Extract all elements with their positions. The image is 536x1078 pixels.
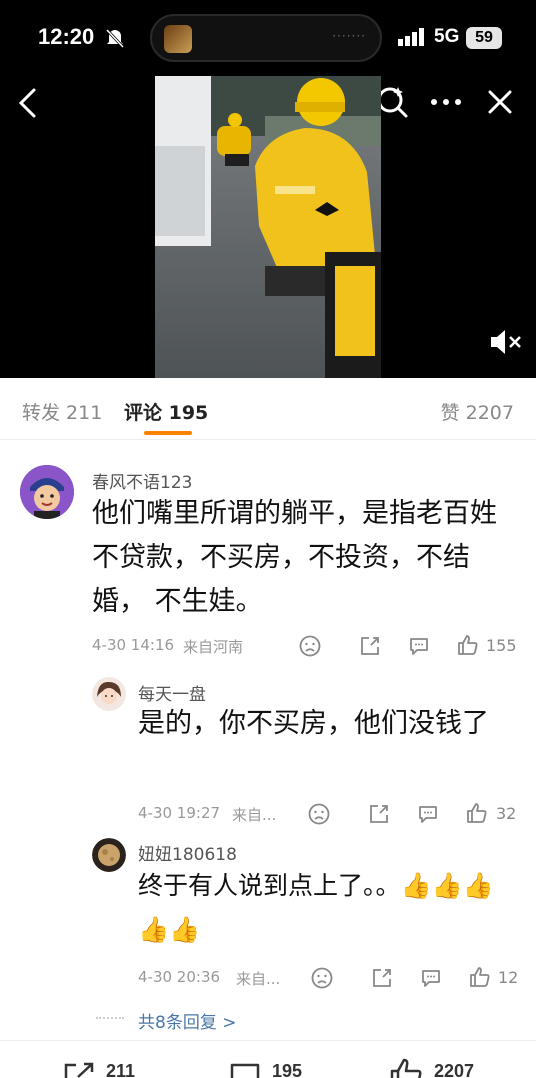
- network-type: 5G: [434, 26, 460, 47]
- comment-time: 4-30 14:16: [92, 636, 175, 654]
- forward-icon[interactable]: [62, 1061, 96, 1078]
- reply-time: 4-30 19:27: [138, 804, 221, 822]
- avatar[interactable]: [92, 838, 126, 872]
- reply-location: 来自...: [236, 970, 281, 988]
- share-icon[interactable]: [370, 966, 394, 990]
- island-dots-icon: ·······: [332, 29, 366, 43]
- battery-level: 59: [466, 27, 502, 49]
- more-options-button[interactable]: [428, 92, 464, 112]
- tab-comments[interactable]: 评论 195: [124, 398, 208, 425]
- avatar-image: [92, 677, 126, 711]
- reply-location: 来自...: [232, 806, 277, 824]
- bell-off-icon: [105, 28, 125, 48]
- like-icon[interactable]: [468, 965, 492, 989]
- island-app-icon: [164, 25, 192, 53]
- comment-count[interactable]: 195: [272, 1061, 302, 1078]
- dislike-icon[interactable]: [307, 802, 331, 826]
- video-player[interactable]: [155, 76, 381, 378]
- dislike-icon[interactable]: [298, 634, 322, 658]
- signal-icon: [398, 28, 424, 46]
- tab-forward[interactable]: 转发 211: [22, 398, 102, 425]
- bottom-action-bar: 211 195 2207: [0, 1040, 536, 1078]
- comment-text: 他们嘴里所谓的躺平，是指老百姓不贷款，不买房，不投资，不结婚， 不生娃。: [92, 498, 497, 617]
- back-button[interactable]: [14, 86, 44, 120]
- media-header: 12:20 ······· 5G 59: [0, 0, 536, 378]
- reply-icon[interactable]: [416, 802, 440, 826]
- dislike-icon[interactable]: [310, 966, 334, 990]
- mute-button[interactable]: [488, 326, 524, 358]
- active-tab-indicator: [144, 431, 192, 435]
- like-icon[interactable]: [456, 633, 480, 657]
- reply-time: 4-30 20:36: [138, 968, 221, 986]
- tab-likes[interactable]: 赞 2207: [441, 398, 514, 425]
- comment-icon[interactable]: [228, 1061, 262, 1078]
- comment-location: 来自河南: [183, 638, 244, 656]
- forward-count[interactable]: 211: [106, 1061, 135, 1078]
- video-frame: [155, 76, 381, 378]
- avatar[interactable]: [92, 677, 126, 711]
- more-replies-link[interactable]: 共8条回复 >: [138, 1008, 236, 1033]
- avatar[interactable]: [20, 465, 74, 519]
- like-icon[interactable]: [388, 1057, 424, 1078]
- like-icon[interactable]: [465, 801, 489, 825]
- share-icon[interactable]: [367, 802, 391, 826]
- tab-bar: 转发 211 评论 195 赞 2207: [0, 378, 536, 440]
- reply-username[interactable]: 妞妞180618: [138, 840, 237, 865]
- avatar-image: [92, 838, 126, 872]
- like-count: 32: [496, 804, 517, 823]
- reply-text: 终于有人说到点上了。。👍👍👍👍👍: [138, 871, 494, 944]
- comment-username[interactable]: 春风不语123: [92, 468, 192, 493]
- close-button[interactable]: [486, 88, 514, 116]
- reply-icon[interactable]: [407, 634, 431, 658]
- like-count[interactable]: 2207: [434, 1061, 474, 1078]
- status-time: 12:20: [38, 24, 95, 49]
- like-count: 155: [486, 636, 517, 655]
- reply-text: 是的，你不买房，他们没钱了: [138, 708, 489, 739]
- replies-divider: [96, 1017, 124, 1019]
- avatar-image: [20, 465, 74, 519]
- like-count: 12: [498, 968, 519, 987]
- share-icon[interactable]: [358, 634, 382, 658]
- dynamic-island: ·······: [150, 14, 382, 62]
- reply-icon[interactable]: [419, 966, 443, 990]
